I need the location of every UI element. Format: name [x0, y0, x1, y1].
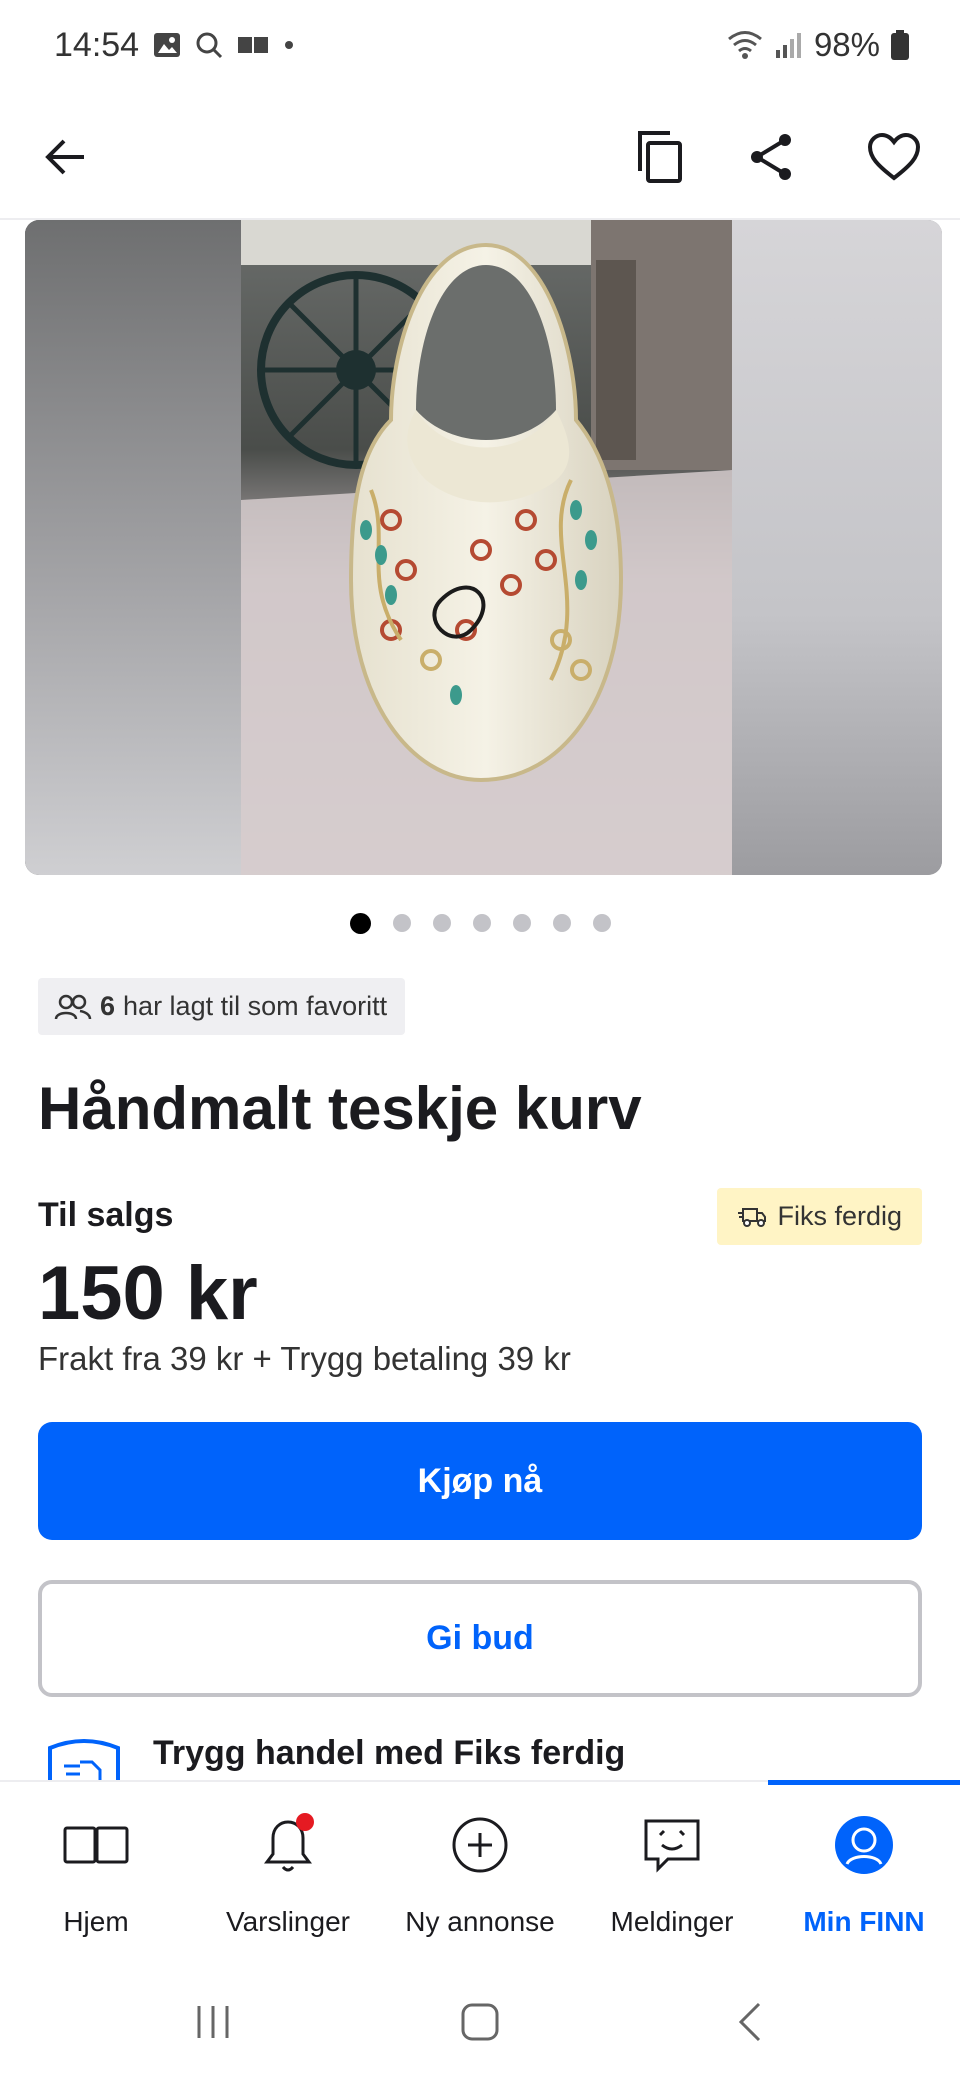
nav-item-min-finn[interactable]: Min FINN [768, 1782, 960, 1972]
sale-type-label: Til salgs [38, 1196, 174, 1234]
page-dot[interactable] [392, 914, 411, 932]
nav-icon-wrap [576, 1810, 768, 1880]
chevron-left-icon [738, 2002, 761, 2042]
favorites-count: 6 [100, 991, 116, 1021]
nav-label: Hjem [63, 1906, 129, 1937]
page-dot[interactable] [552, 914, 571, 932]
buy-now-button[interactable]: Kjøp nå [38, 1422, 922, 1540]
page-dot[interactable] [512, 914, 531, 932]
make-offer-button[interactable]: Gi bud [38, 1580, 922, 1697]
page-dot[interactable] [432, 914, 451, 932]
nav-label: Varslinger [226, 1906, 350, 1937]
share-button[interactable] [731, 117, 811, 197]
nav-label: Ny annonse [405, 1906, 555, 1937]
carousel-blur-right [732, 220, 942, 875]
recent-apps-button[interactable] [173, 1992, 253, 2052]
book-icon [238, 37, 268, 53]
safe-trade-title: Trygg handel med Fiks ferdig [153, 1734, 626, 1772]
copy-button[interactable] [620, 117, 700, 197]
nav-item-ny-annonse[interactable]: Ny annonse [384, 1782, 576, 1972]
product-photo [241, 220, 732, 875]
book-open-icon [63, 1826, 129, 1864]
copy-icon [638, 131, 682, 183]
page-dot[interactable] [349, 913, 371, 934]
battery-icon [891, 30, 909, 60]
gallery-icon [154, 33, 180, 57]
nav-item-varslinger[interactable]: Varslinger [192, 1782, 384, 1972]
fiks-ferdig-badge: Fiks ferdig [717, 1188, 922, 1245]
top-app-bar [0, 95, 960, 220]
dot-icon [285, 41, 293, 49]
listing-title: Håndmalt teskje kurv [38, 1075, 642, 1142]
safe-trade-section[interactable]: Trygg handel med Fiks ferdig [38, 1732, 922, 1780]
chat-smile-icon [644, 1819, 700, 1873]
heart-icon [867, 133, 921, 181]
recent-apps-icon [197, 2006, 229, 2038]
nav-label: Min FINN [803, 1906, 925, 1937]
status-bar: 14:54 98% [0, 0, 960, 95]
shipping-info: Frakt fra 39 kr + Trygg betaling 39 kr [38, 1340, 571, 1377]
home-button[interactable] [440, 1992, 520, 2052]
users-icon [54, 994, 92, 1019]
back-system-button[interactable] [710, 1992, 790, 2052]
nav-icon-wrap [0, 1810, 192, 1880]
badge-label: Fiks ferdig [777, 1201, 902, 1231]
listing-price: 150 kr [38, 1251, 258, 1336]
nav-icon-wrap [384, 1810, 576, 1880]
favorite-button[interactable] [854, 117, 934, 197]
nav-icon-wrap [768, 1810, 960, 1880]
shield-truck-icon [48, 1739, 120, 1780]
page-dot[interactable] [472, 914, 491, 932]
carousel-blur-left [25, 220, 241, 875]
wifi-icon [727, 31, 762, 59]
page-dot[interactable] [592, 914, 611, 932]
image-carousel[interactable] [25, 220, 942, 875]
nav-item-hjem[interactable]: Hjem [0, 1782, 192, 1972]
nav-label: Meldinger [610, 1906, 734, 1937]
back-button[interactable] [26, 117, 106, 197]
share-icon [751, 134, 791, 180]
status-right: 98% [726, 26, 910, 64]
bottom-navigation: Hjem Varslinger Ny annonse Meldinger Min… [0, 1780, 960, 1970]
home-square-icon [461, 2003, 499, 2041]
plus-circle-icon [452, 1817, 508, 1873]
favorites-text: har lagt til som favoritt [123, 991, 388, 1021]
system-navigation-bar [0, 1970, 960, 2080]
status-notification-icons [152, 30, 296, 60]
carousel-pagination [0, 913, 960, 934]
bell-icon [264, 1813, 314, 1872]
nav-icon-wrap [192, 1810, 384, 1880]
search-icon [196, 32, 223, 59]
status-time: 14:54 [54, 26, 140, 64]
truck-icon [738, 1207, 767, 1227]
favorites-count-chip: 6 har lagt til som favoritt [38, 978, 406, 1035]
battery-percent: 98% [813, 26, 880, 63]
nav-item-meldinger[interactable]: Meldinger [576, 1782, 768, 1972]
arrow-left-icon [45, 139, 84, 175]
signal-icon [775, 33, 801, 58]
user-circle-icon [835, 1816, 893, 1874]
